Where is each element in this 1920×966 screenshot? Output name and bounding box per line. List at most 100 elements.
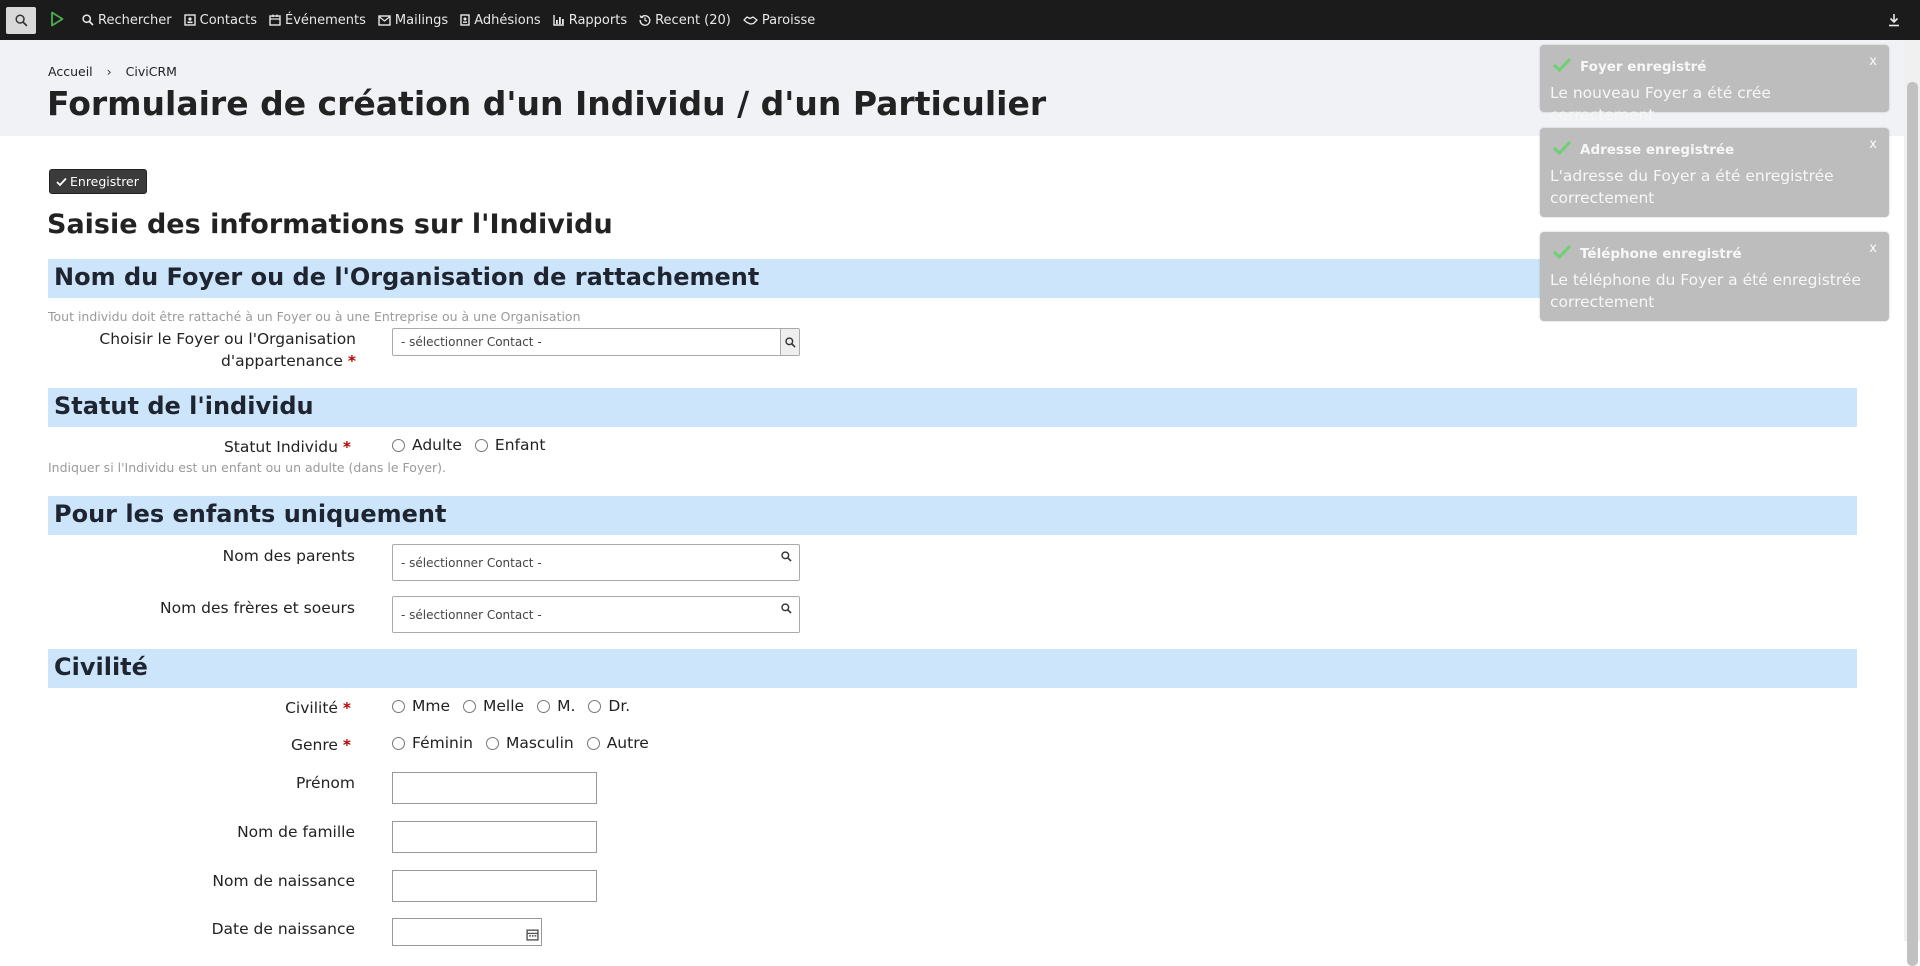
section-civilite-header: Civilité <box>48 649 1857 688</box>
toast-message: Le nouveau Foyer a été crée correctement <box>1550 84 1771 124</box>
bar-chart-icon <box>553 15 564 26</box>
play-icon <box>51 11 64 27</box>
main-nav: Rechercher Contacts Événements Mailings … <box>82 0 827 40</box>
genre-feminin-option[interactable]: Féminin <box>392 734 473 752</box>
nav-label: Paroisse <box>761 12 816 28</box>
toast-message: Le téléphone du Foyer a été enregistrée … <box>1550 271 1861 311</box>
genre-masculin-option[interactable]: Masculin <box>485 734 574 752</box>
calendar-icon[interactable] <box>526 928 539 941</box>
top-menu-bar: Rechercher Contacts Événements Mailings … <box>0 0 1920 40</box>
foyer-help-text: Tout individu doit être rattaché à un Fo… <box>48 309 581 324</box>
toast-close-button[interactable]: x <box>1869 137 1877 152</box>
radio-button[interactable] <box>392 736 405 750</box>
breadcrumb-home-link[interactable]: Accueil <box>48 64 93 79</box>
radio-button[interactable] <box>588 699 602 713</box>
form-title: Saisie des informations sur l'Individu <box>47 209 613 240</box>
siblings-contact-select[interactable]: - sélectionner Contact - <box>392 596 800 633</box>
nav-contacts[interactable]: Contacts <box>183 13 257 28</box>
radio-label: Autre <box>606 734 649 752</box>
civilite-label-text: Civilité <box>285 699 338 717</box>
nav-recent[interactable]: Recent (20) <box>639 13 731 28</box>
radio-button[interactable] <box>537 699 551 713</box>
prenom-input[interactable] <box>392 772 597 804</box>
nom-naissance-input[interactable] <box>392 870 597 902</box>
statut-enfant-option[interactable]: Enfant <box>474 436 546 454</box>
search-icon[interactable] <box>777 539 795 574</box>
nav-label: Mailings <box>394 12 449 28</box>
civicrm-home-button[interactable] <box>50 11 64 31</box>
foyer-select-placeholder: - sélectionner Contact - <box>401 335 542 349</box>
siblings-label: Nom des frères et soeurs <box>160 599 355 617</box>
radio-label: Féminin <box>412 734 473 752</box>
civilite-mme-option[interactable]: Mme <box>392 697 450 715</box>
radio-label: Enfant <box>494 436 546 454</box>
prenom-label: Prénom <box>295 774 355 792</box>
toast-telephone: Téléphone enregistré x Le téléphone du F… <box>1540 232 1889 321</box>
radio-label: Masculin <box>505 734 574 752</box>
date-naissance-input[interactable] <box>392 918 542 946</box>
statut-adulte-option[interactable]: Adulte <box>392 436 462 454</box>
genre-label-text: Genre <box>291 736 338 754</box>
radio-button[interactable] <box>392 699 405 713</box>
search-icon <box>14 14 27 27</box>
section-enfants-header: Pour les enfants uniquement <box>48 496 1857 535</box>
breadcrumb-separator-icon: › <box>106 64 112 79</box>
radio-button[interactable] <box>463 699 477 713</box>
radio-label: Adulte <box>412 436 462 454</box>
nav-label: Rechercher <box>98 12 172 28</box>
required-marker: * <box>342 438 351 456</box>
statut-label-text: Statut Individu <box>223 438 338 456</box>
nav-rapports[interactable]: Rapports <box>553 13 627 28</box>
required-marker: * <box>342 736 351 754</box>
radio-button[interactable] <box>392 438 405 452</box>
nav-label: Recent (20) <box>655 12 731 28</box>
civilite-m-option[interactable]: M. <box>537 697 575 715</box>
parents-contact-select[interactable]: - sélectionner Contact - <box>392 544 800 581</box>
nav-rechercher[interactable]: Rechercher <box>82 13 172 28</box>
breadcrumb-current-link[interactable]: CiviCRM <box>126 64 177 79</box>
toast-message: L'adresse du Foyer a été enregistrée cor… <box>1550 167 1834 207</box>
genre-label: Genre * <box>291 734 351 756</box>
quicksearch-button[interactable] <box>6 7 36 34</box>
civilite-radio-group: Mme Melle M. Dr. <box>392 697 643 715</box>
nav-paroisse[interactable]: Paroisse <box>743 13 815 28</box>
check-icon <box>1552 57 1572 73</box>
genre-autre-option[interactable]: Autre <box>586 734 649 752</box>
radio-button[interactable] <box>586 736 600 750</box>
nav-mailings[interactable]: Mailings <box>378 13 448 28</box>
radio-label: M. <box>557 697 576 715</box>
section-foyer-title: Nom du Foyer ou de l'Organisation de rat… <box>54 263 760 291</box>
nav-evenements[interactable]: Événements <box>269 13 366 28</box>
required-marker: * <box>347 352 356 370</box>
check-icon <box>56 177 67 186</box>
id-badge-icon <box>460 14 470 26</box>
nom-famille-input[interactable] <box>392 821 597 853</box>
nav-label: Rapports <box>568 12 628 28</box>
scrollbar-thumb[interactable] <box>1907 82 1918 966</box>
radio-button[interactable] <box>485 736 499 750</box>
history-icon <box>639 15 651 26</box>
radio-button[interactable] <box>474 438 488 452</box>
page-title: Formulaire de création d'un Individu / d… <box>47 84 1047 123</box>
save-button[interactable]: Enregistrer <box>49 169 147 194</box>
foyer-contact-select[interactable]: - sélectionner Contact - <box>392 328 800 356</box>
nav-adhesions[interactable]: Adhésions <box>460 13 541 28</box>
civilite-melle-option[interactable]: Melle <box>463 697 524 715</box>
search-icon[interactable] <box>777 591 795 626</box>
page-scrollbar[interactable] <box>1904 40 1920 966</box>
statut-help-text: Indiquer si l'Individu est un enfant ou … <box>48 460 447 475</box>
check-icon <box>1552 244 1572 260</box>
foyer-label-line1: Choisir le Foyer ou l'Organisation <box>99 330 356 348</box>
radio-label: Dr. <box>608 697 631 715</box>
section-civilite-title: Civilité <box>54 653 148 681</box>
toast-close-button[interactable]: x <box>1869 54 1877 69</box>
collapse-menu-button[interactable] <box>1888 12 1900 31</box>
toast-title: Téléphone enregistré <box>1580 246 1742 262</box>
siblings-select-placeholder: - sélectionner Contact - <box>401 608 542 622</box>
radio-label: Melle <box>483 697 525 715</box>
toast-close-button[interactable]: x <box>1869 241 1877 256</box>
foyer-label-line2-wrap: d'appartenance * <box>56 350 356 372</box>
civilite-dr-option[interactable]: Dr. <box>588 697 630 715</box>
search-icon[interactable] <box>780 329 799 355</box>
download-icon <box>1889 14 1899 27</box>
